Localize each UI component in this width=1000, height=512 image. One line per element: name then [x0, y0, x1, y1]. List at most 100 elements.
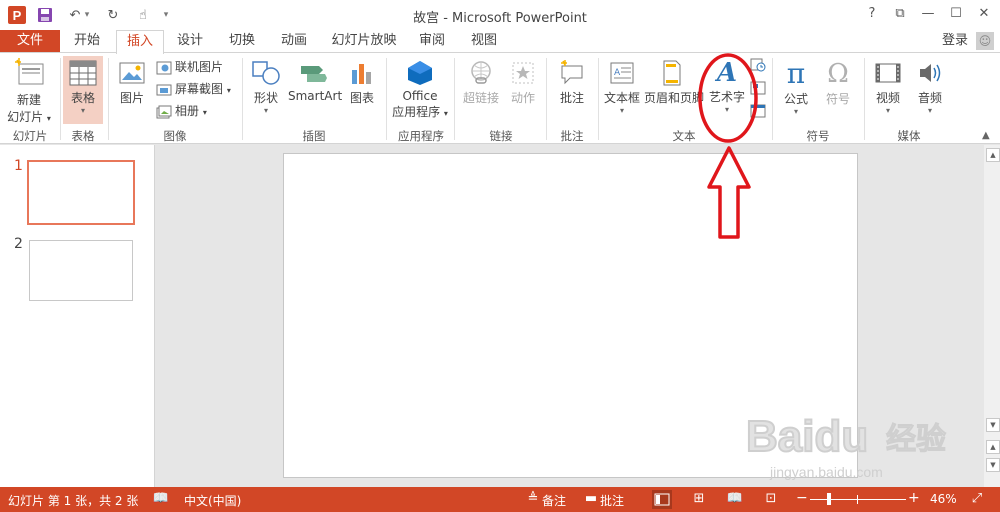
hyperlink-button[interactable]: 超链接 [460, 60, 502, 106]
zoom-out-button[interactable]: − [796, 490, 808, 506]
symbol-label: 符号 [825, 92, 850, 106]
pi-icon: π [786, 57, 806, 90]
tab-insert[interactable]: 插入 [116, 30, 164, 54]
slideshow-view-icon[interactable]: ⊡ [762, 491, 780, 507]
equation-label: 公式 [783, 92, 808, 106]
picture-label: 图片 [119, 91, 144, 105]
file-tab[interactable]: 文件 [0, 30, 60, 52]
redo-icon[interactable]: ↻ [104, 6, 122, 24]
slide-thumbnail[interactable] [29, 240, 133, 301]
zoom-slider-thumb[interactable] [827, 493, 832, 505]
office-apps-label-2: 应用程序 ▾ [392, 105, 448, 119]
group-separator [242, 58, 243, 140]
zoom-level[interactable]: 46% [930, 492, 957, 506]
group-label-apps: 应用程序 [398, 129, 444, 143]
scroll-down-icon[interactable]: ▼ [986, 418, 1000, 432]
help-button[interactable]: ? [858, 4, 886, 24]
scroll-up-icon[interactable]: ▲ [986, 148, 1000, 162]
textbox-button[interactable]: A 文本框 ▾ [602, 60, 642, 116]
zoom-slider-track[interactable] [810, 499, 906, 500]
group-label-symbols: 符号 [806, 129, 830, 143]
screenshot-button[interactable]: 屏幕截图 ▾ [156, 79, 231, 99]
online-pictures-label: 联机图片 [175, 60, 224, 74]
shapes-label: 形状 [253, 91, 278, 105]
customize-qat-icon[interactable]: ▾ [160, 6, 172, 24]
screenshot-icon [156, 84, 172, 95]
equation-button[interactable]: π 公式 ▾ [776, 58, 816, 117]
group-separator [546, 58, 547, 140]
comment-label: 批注 [559, 91, 584, 105]
table-label: 表格 [70, 91, 95, 105]
group-label-tables: 表格 [71, 129, 95, 143]
sign-in-link[interactable]: 登录 [942, 30, 968, 52]
reading-view-icon[interactable]: 📖 [726, 491, 744, 507]
slide-number: 2 [14, 236, 23, 252]
picture-button[interactable]: 图片 [112, 60, 152, 106]
fit-slide-icon[interactable]: ⤢ [968, 491, 986, 507]
zoom-slider-center-mark [857, 495, 858, 504]
previous-slide-icon[interactable]: ▲ [986, 440, 1000, 454]
tab-slideshow[interactable]: 幻灯片放映 [326, 30, 402, 52]
tab-home[interactable]: 开始 [66, 30, 108, 52]
comment-button[interactable]: 批注 [552, 60, 592, 106]
smartart-icon [301, 66, 327, 82]
screenshot-label: 屏幕截图 [175, 82, 224, 96]
photo-album-button[interactable]: 相册 ▾ [156, 101, 207, 121]
header-footer-icon [663, 60, 681, 86]
next-slide-icon[interactable]: ▼ [986, 458, 1000, 472]
comments-status-button[interactable]: 批注 [600, 492, 624, 509]
audio-button[interactable]: 音频 ▾ [910, 60, 950, 116]
save-icon[interactable] [36, 6, 54, 24]
tab-view[interactable]: 视图 [464, 30, 504, 52]
chart-button[interactable]: 图表 [344, 60, 380, 106]
touch-mode-icon[interactable]: ☝ [134, 6, 152, 24]
office-apps-button[interactable]: Office 应用程序 ▾ [392, 60, 448, 120]
normal-view-button[interactable] [652, 490, 672, 509]
new-slide-label: 新建 [16, 93, 41, 107]
header-footer-button[interactable]: 页眉和页脚 [644, 60, 704, 106]
collapse-ribbon-icon[interactable]: ▲ [982, 130, 990, 141]
tab-review[interactable]: 审阅 [412, 30, 452, 52]
slide-thumbnail[interactable] [27, 160, 135, 225]
online-pictures-button[interactable]: 联机图片 [156, 57, 223, 77]
table-button[interactable]: 表格 ▾ [63, 56, 103, 124]
undo-dropdown-icon[interactable]: ▾ [82, 6, 92, 24]
zoom-in-button[interactable]: + [908, 490, 920, 506]
tab-transitions[interactable]: 切换 [222, 30, 262, 52]
shapes-button[interactable]: 形状 ▾ [248, 60, 284, 116]
comments-icon[interactable]: ▬ [582, 491, 600, 507]
table-icon [69, 60, 97, 86]
tab-design[interactable]: 设计 [170, 30, 210, 52]
watermark-url: jingyan.baidu.com [769, 464, 883, 480]
slide-sorter-view-icon[interactable]: ⊞ [690, 491, 708, 507]
video-button[interactable]: 视频 ▾ [868, 60, 908, 116]
audio-speaker-icon [920, 64, 941, 82]
new-slide-label-2: 幻灯片 ▾ [7, 110, 51, 124]
ribbon-display-options-button[interactable]: ⧉ [886, 4, 914, 24]
vertical-scrollbar[interactable] [984, 145, 1000, 487]
account-avatar-icon[interactable]: ☺ [976, 32, 994, 50]
language-status[interactable]: 中文(中国) [184, 492, 241, 509]
video-dropdown-icon: ▾ [885, 106, 890, 115]
tab-animations[interactable]: 动画 [274, 30, 314, 52]
new-slide-button[interactable]: 新建 幻灯片 ▾ [6, 58, 52, 125]
notes-button[interactable]: 备注 [542, 492, 566, 509]
shapes-icon [252, 61, 280, 85]
maximize-button[interactable]: ☐ [942, 4, 970, 24]
minimize-button[interactable]: — [914, 4, 942, 24]
smartart-button[interactable]: SmartArt [288, 60, 342, 103]
group-label-comments: 批注 [560, 129, 584, 143]
group-separator [386, 58, 387, 140]
table-dropdown-icon: ▾ [80, 106, 85, 115]
close-button[interactable]: ✕ [970, 4, 998, 24]
textbox-icon: A [610, 62, 634, 84]
notes-icon[interactable]: ≜ [524, 491, 542, 507]
office-apps-label: Office [402, 89, 438, 103]
photo-album-icon [156, 105, 172, 118]
powerpoint-app-icon[interactable]: P [8, 6, 26, 24]
action-button[interactable]: 动作 [506, 60, 540, 106]
omega-icon: Ω [827, 59, 849, 89]
symbol-button[interactable]: Ω 符号 [818, 58, 858, 107]
video-label: 视频 [875, 91, 900, 105]
spell-check-icon[interactable]: 📖 [152, 491, 170, 507]
